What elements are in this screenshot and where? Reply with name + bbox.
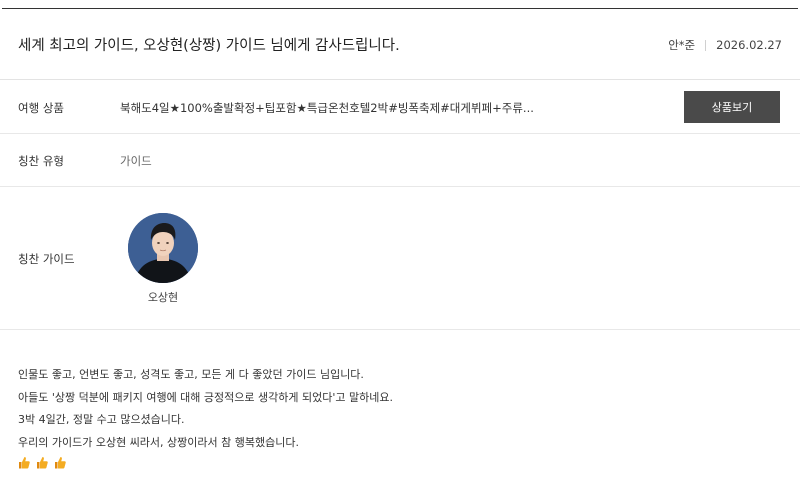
review-line: 인물도 좋고, 언변도 좋고, 성격도 좋고, 모든 게 다 좋았던 가이드 님… [18, 368, 364, 381]
product-row: 여행 상품 북해도4일★100%출발확정+팁포함★특급온천호텔2박#빙폭축제#대… [0, 80, 800, 134]
review-body: 인물도 좋고, 언변도 좋고, 성격도 좋고, 모든 게 다 좋았던 가이드 님… [18, 364, 393, 469]
product-label: 여행 상품 [18, 101, 64, 115]
review-date: 2026.02.27 [716, 38, 782, 52]
review-line: 아들도 '상짱 덕분에 패키지 여행에 대해 긍정적으로 생각하게 되었다'고 … [18, 390, 393, 404]
view-product-button[interactable]: 상품보기 [684, 91, 780, 123]
meta-separator [705, 39, 707, 51]
review-header: 세계 최고의 가이드, 오상현(상짱) 가이드 님에게 감사드립니다. 안*준 … [0, 9, 800, 80]
praise-type-row: 칭찬 유형 가이드 [0, 134, 800, 187]
thumbs-up-icon [19, 457, 30, 469]
thumbs-up-emoji-row [18, 456, 393, 469]
praise-type-label: 칭찬 유형 [18, 154, 64, 168]
guide-avatar[interactable] [128, 213, 198, 283]
guide-photo [128, 213, 198, 283]
review-line: 우리의 가이드가 오상현 씨라서, 상짱이라서 참 행복했습니다. [18, 435, 299, 449]
thumbs-up-icon [37, 457, 48, 469]
product-name[interactable]: 북해도4일★100%출발확정+팁포함★특급온천호텔2박#빙폭축제#대게뷔페+주류… [120, 100, 534, 116]
author-name: 안*준 [668, 38, 696, 52]
thumbs-up-icon [55, 457, 66, 469]
review-title: 세계 최고의 가이드, 오상현(상짱) 가이드 님에게 감사드립니다. [18, 38, 400, 54]
review-meta: 안*준 2026.02.27 [668, 37, 782, 53]
guide-label: 칭찬 가이드 [18, 252, 75, 266]
praise-type-value: 가이드 [120, 154, 152, 168]
guide-row: 칭찬 가이드 오상현 [0, 187, 800, 330]
review-line: 3박 4일간, 정말 수고 많으셨습니다. [18, 413, 185, 426]
guide-name: 오상현 [147, 291, 179, 304]
